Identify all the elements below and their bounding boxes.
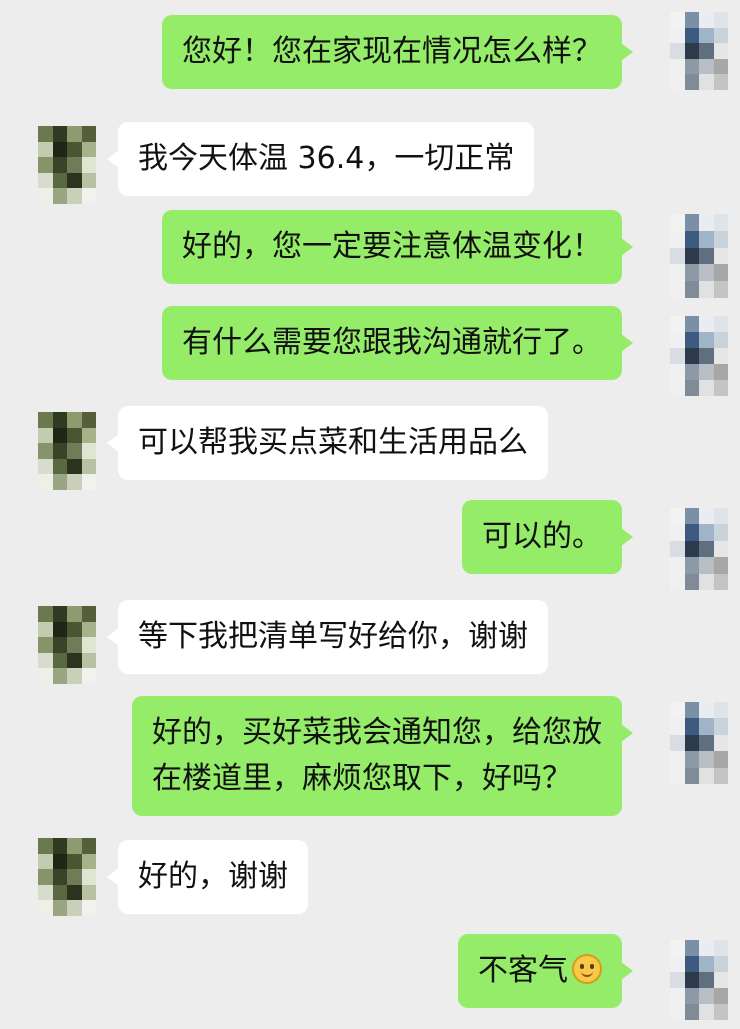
my-avatar[interactable] — [670, 12, 728, 90]
message-row: 可以帮我买点菜和生活用品么 — [0, 402, 740, 492]
contact-avatar[interactable] — [38, 838, 96, 916]
message-bubble-received[interactable]: 好的，谢谢 — [107, 840, 308, 914]
message-row: 等下我把清单写好给你，谢谢 — [0, 598, 740, 688]
message-bubble-sent[interactable]: 好的，买好菜我会通知您，给您放 在楼道里，麻烦您取下，好吗？ — [132, 696, 633, 816]
message-text: 不客气 — [478, 953, 568, 988]
message-bubble-received[interactable]: 等下我把清单写好给你，谢谢 — [107, 600, 548, 674]
my-avatar[interactable] — [670, 702, 728, 784]
contact-avatar[interactable] — [38, 126, 96, 204]
message-row: 可以的。 — [0, 500, 740, 590]
message-bubble-received[interactable]: 我今天体温 36.4，一切正常 — [106, 122, 535, 196]
message-text: 可以帮我买点菜和生活用品么 — [138, 425, 528, 460]
message-bubble-sent[interactable]: 可以的。 — [462, 500, 633, 574]
message-row: 好的，买好菜我会通知您，给您放 在楼道里，麻烦您取下，好吗？ — [0, 696, 740, 816]
message-text: 等下我把清单写好给你，谢谢 — [138, 619, 528, 654]
contact-avatar[interactable] — [38, 412, 96, 490]
contact-avatar[interactable] — [38, 606, 96, 684]
message-text-line: 好的，买好菜我会通知您，给您放 — [152, 715, 602, 750]
message-text: 您好！您在家现在情况怎么样？ — [182, 34, 602, 69]
smiley-emoji-icon — [572, 954, 602, 984]
message-text-line: 在楼道里，麻烦您取下，好吗？ — [152, 761, 572, 796]
my-avatar[interactable] — [670, 316, 728, 396]
message-bubble-sent[interactable]: 有什么需要您跟我沟通就行了。 — [162, 306, 633, 380]
message-row: 好的，谢谢 — [0, 838, 740, 928]
message-text: 我今天体温 36.4，一切正常 — [138, 141, 515, 176]
message-row: 好的，您一定要注意体温变化！ — [0, 206, 740, 298]
message-text: 好的，谢谢 — [138, 859, 288, 894]
my-avatar[interactable] — [670, 214, 728, 298]
message-text: 可以的。 — [482, 519, 602, 554]
message-row: 我今天体温 36.4，一切正常 — [0, 122, 740, 204]
message-bubble-sent[interactable]: 好的，您一定要注意体温变化！ — [162, 210, 633, 284]
message-row: 有什么需要您跟我沟通就行了。 — [0, 304, 740, 396]
message-bubble-received[interactable]: 可以帮我买点菜和生活用品么 — [107, 406, 548, 480]
message-row: 您好！您在家现在情况怎么样？ — [0, 12, 740, 90]
message-text: 有什么需要您跟我沟通就行了。 — [182, 325, 602, 360]
message-bubble-sent[interactable]: 您好！您在家现在情况怎么样？ — [162, 15, 633, 89]
message-text: 好的，您一定要注意体温变化！ — [182, 229, 602, 264]
my-avatar[interactable] — [670, 508, 728, 590]
message-row: 不客气 — [0, 934, 740, 1024]
message-bubble-sent[interactable]: 不客气 — [458, 934, 633, 1008]
my-avatar[interactable] — [670, 940, 728, 1020]
